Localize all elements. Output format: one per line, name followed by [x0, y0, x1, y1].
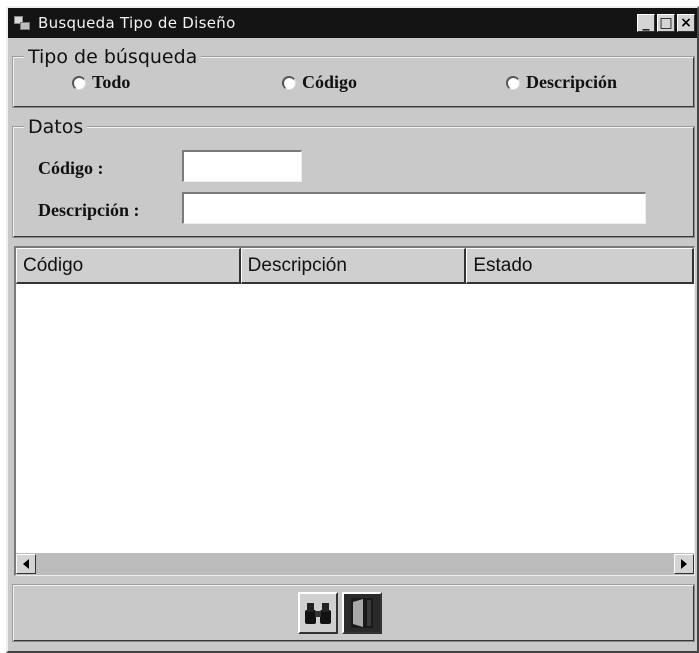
search-type-group: Tipo de búsqueda Todo Código Descripción [12, 46, 695, 108]
button-toolbar [12, 584, 695, 642]
window-title: Busqueda Tipo de Diseño [38, 14, 236, 32]
search-type-legend: Tipo de búsqueda [24, 46, 202, 68]
descripcion-label: Descripción : [38, 200, 140, 220]
datos-legend: Datos [24, 116, 88, 138]
exit-door-icon [351, 598, 373, 628]
radio-todo-label: Todo [92, 72, 131, 92]
radio-descripcion[interactable]: Descripción [506, 72, 617, 93]
datos-group: Datos Código : Descripción : [12, 116, 695, 238]
radio-todo-circle[interactable] [72, 75, 86, 90]
minimize-button[interactable]: _ [637, 14, 655, 32]
radio-descripcion-label: Descripción [526, 72, 617, 92]
codigo-input[interactable] [182, 150, 302, 182]
results-table[interactable]: Código Descripción Estado [14, 246, 695, 576]
app-icon [12, 14, 32, 32]
table-header: Código Descripción Estado [16, 248, 695, 284]
search-button[interactable] [298, 592, 338, 634]
arrow-right-icon [681, 559, 687, 569]
radio-codigo-label: Código [302, 72, 358, 92]
column-header-estado[interactable]: Estado [466, 248, 695, 284]
scroll-right-button[interactable] [674, 554, 694, 574]
close-button[interactable]: × [677, 14, 695, 32]
scroll-left-button[interactable] [16, 554, 36, 574]
maximize-button[interactable]: □ [657, 14, 675, 32]
codigo-label: Código : [38, 158, 104, 178]
arrow-left-icon [23, 559, 29, 569]
radio-todo[interactable]: Todo [72, 72, 130, 93]
radio-codigo[interactable]: Código [282, 72, 357, 93]
search-design-type-window: Busqueda Tipo de Diseño _ □ × Tipo de bú… [6, 6, 699, 653]
descripcion-input[interactable] [182, 192, 646, 224]
radio-descripcion-circle[interactable] [506, 75, 520, 90]
title-bar: Busqueda Tipo de Diseño _ □ × [8, 8, 697, 38]
binoculars-icon [305, 603, 331, 624]
horizontal-scrollbar[interactable] [16, 553, 694, 575]
column-header-codigo[interactable]: Código [16, 248, 241, 284]
exit-button[interactable] [342, 592, 382, 634]
radio-codigo-circle[interactable] [282, 75, 296, 90]
column-header-descripcion[interactable]: Descripción [240, 248, 467, 284]
